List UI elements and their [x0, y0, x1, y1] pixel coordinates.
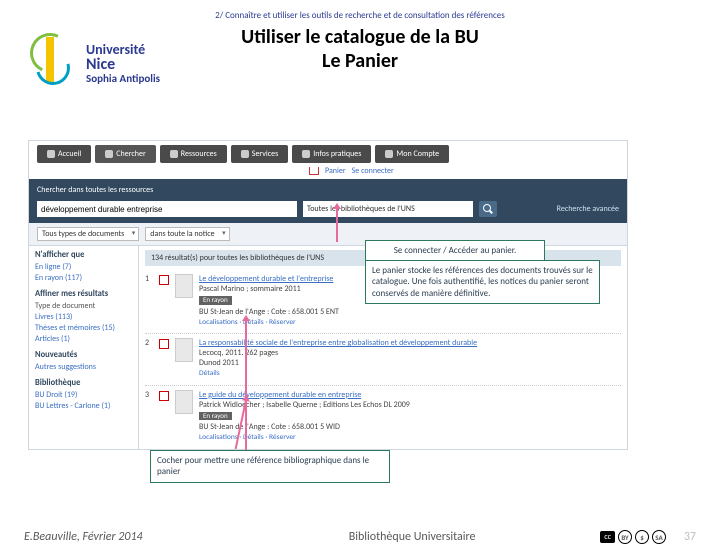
tab-ressources[interactable]: Ressources — [160, 145, 227, 163]
availability-badge: En rayon — [199, 296, 232, 305]
facet-narrow: N'afficher que — [35, 250, 132, 260]
footer-author: E.Beauville, Février 2014 — [24, 530, 224, 544]
cover-thumb — [175, 338, 193, 362]
cc-by-icon: BY — [618, 530, 632, 544]
tab-chercher[interactable]: Chercher — [95, 145, 155, 163]
cover-thumb — [175, 274, 193, 298]
search-label: Chercher dans toutes les ressources — [37, 185, 153, 195]
facet-nouv: Nouveautés — [35, 350, 132, 360]
cc-nc-icon: $ — [635, 530, 649, 544]
facet-theses[interactable]: Thèses et mémoires (15) — [35, 323, 132, 333]
resources-icon — [170, 150, 178, 158]
result-title[interactable]: Le guide du développement durable en ent… — [199, 390, 621, 400]
facet-online[interactable]: En ligne (7) — [35, 262, 132, 272]
logo-line3: Sophia Antipolis — [86, 73, 160, 84]
account-icon — [385, 150, 393, 158]
result-author: Lecocq, 2011. 262 pages — [199, 348, 621, 358]
logo-line2: Nice — [86, 57, 160, 73]
facet-livres[interactable]: Livres (113) — [35, 312, 132, 322]
facet-refine: Affiner mes résultats — [35, 289, 132, 299]
result-location: Dunod 2011 — [199, 358, 621, 368]
result-title[interactable]: La responsabilité sociale de l'entrepris… — [199, 338, 621, 348]
result-item: 3 Le guide du développement durable en e… — [145, 386, 621, 450]
title-line2: Le Panier — [322, 49, 398, 73]
callout-checkbox: Cocher pour mettre une référence bibliog… — [150, 450, 390, 483]
services-icon — [241, 150, 249, 158]
nav-tabs: Accueil Chercher Ressources Services Inf… — [29, 141, 627, 163]
facet-sidebar: N'afficher que En ligne (7) En rayon (11… — [29, 246, 139, 450]
arrow-to-panier — [336, 208, 338, 242]
search-icon — [105, 150, 113, 158]
university-logo: Université Nice Sophia Antipolis — [30, 18, 210, 108]
logo-mark — [30, 33, 80, 93]
field-select[interactable]: dans toute la notice — [145, 227, 229, 241]
tab-accueil[interactable]: Accueil — [37, 145, 91, 163]
facet-b1[interactable]: BU Droit (19) — [35, 390, 132, 400]
arrow-to-checkbox — [245, 320, 247, 450]
tab-compte[interactable]: Mon Compte — [375, 145, 449, 163]
result-author: Patrick Widloecher ; Isabelle Querne ; E… — [199, 400, 621, 410]
home-icon — [47, 150, 55, 158]
cart-icon — [309, 167, 319, 175]
result-checkbox[interactable] — [159, 391, 169, 401]
availability-badge: En rayon — [199, 412, 232, 421]
info-icon — [302, 150, 310, 158]
tab-services[interactable]: Services — [231, 145, 288, 163]
facet-articles[interactable]: Articles (1) — [35, 334, 132, 344]
facet-biblio: Bibliothèque — [35, 378, 132, 388]
doctype-select[interactable]: Tous types de documents — [37, 227, 139, 241]
cc-sa-icon: SA — [652, 530, 666, 544]
result-item: 2 La responsabilité sociale de l'entrepr… — [145, 334, 621, 385]
callout-panier-desc: Le panier stocke les références des docu… — [365, 260, 600, 304]
result-links[interactable]: Détails — [199, 369, 621, 378]
scope-select[interactable]: Toutes les bibliothèques de l'UNS — [303, 201, 473, 217]
cc-license: cc BY $ SA — [600, 530, 666, 544]
facet-nouv1[interactable]: Autres suggestions — [35, 362, 132, 372]
result-checkbox[interactable] — [159, 275, 169, 285]
advanced-search-link[interactable]: Recherche avancée — [557, 204, 619, 214]
result-checkbox[interactable] — [159, 339, 169, 349]
cover-thumb — [175, 390, 193, 414]
search-button[interactable] — [479, 201, 497, 217]
result-links[interactable]: Localisations · Détails · Réserver — [199, 318, 621, 327]
result-links[interactable]: Localisations · Détails · Réserver — [199, 433, 621, 442]
facet-b2[interactable]: BU Lettres - Carlone (1) — [35, 401, 132, 411]
callout-connect: Se connecter / Accéder au panier. — [365, 240, 545, 261]
cc-icon: cc — [600, 531, 615, 543]
tab-infos[interactable]: Infos pratiques — [292, 145, 371, 163]
facet-doctype: Type de document — [35, 301, 132, 311]
signin-link[interactable]: Se connecter — [352, 166, 394, 176]
facet-shelf[interactable]: En rayon (117) — [35, 273, 132, 283]
page-number: 37 — [666, 530, 696, 544]
slide-footer: E.Beauville, Février 2014 Bibliothèque U… — [0, 530, 720, 544]
panier-link[interactable]: Panier — [325, 166, 346, 176]
search-input[interactable] — [37, 201, 297, 217]
result-location: BU St-Jean de l'Ange : Cote : 658.001 5 … — [199, 307, 621, 317]
search-bar: Chercher dans toutes les ressources — [29, 179, 627, 201]
result-location: BU St-Jean de l'Ange : Cote : 658.001 5 … — [199, 422, 621, 432]
footer-center: Bibliothèque Universitaire — [224, 530, 600, 544]
title-line1: Utiliser le catalogue de la BU — [241, 25, 479, 49]
